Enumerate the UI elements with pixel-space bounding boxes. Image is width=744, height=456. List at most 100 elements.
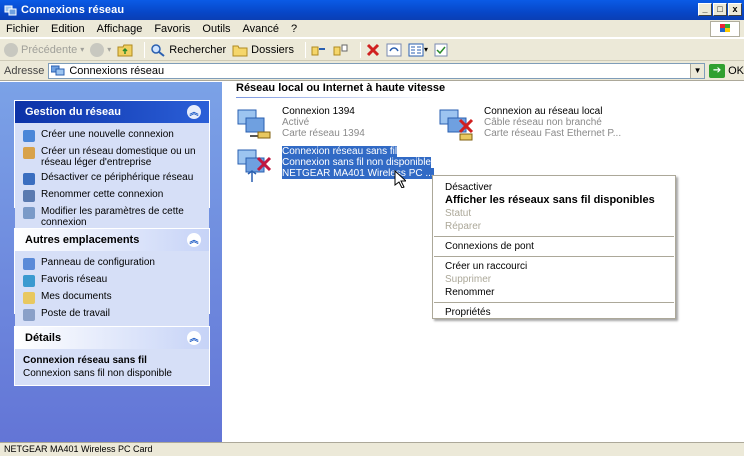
network-connections-icon <box>4 5 17 15</box>
task-home-network[interactable]: Créer un réseau domestique ou un réseau … <box>23 146 203 168</box>
menu-item-view-wireless[interactable]: Afficher les réseaux sans fil disponible… <box>433 194 675 207</box>
address-dropdown-button[interactable]: ▼ <box>690 63 705 78</box>
forward-button[interactable]: ▾ <box>90 42 111 57</box>
menu-fichier[interactable]: Fichier <box>0 23 45 35</box>
menu-affichage[interactable]: Affichage <box>91 23 149 35</box>
wireless-connection-icon <box>236 146 276 184</box>
address-input[interactable]: Connexions réseau ▼ <box>48 62 706 79</box>
address-bar: Adresse Connexions réseau ▼ ➔ OK <box>0 61 744 81</box>
go-button[interactable]: ➔ OK <box>709 63 744 78</box>
connection-device: NETGEAR MA401 Wireless PC ... <box>282 168 434 179</box>
menu-item-create-shortcut[interactable]: Créer un raccourci <box>433 260 675 273</box>
search-button[interactable]: Rechercher <box>150 43 226 57</box>
connection-1394[interactable]: Connexion 1394 Activé Carte réseau 1394 <box>236 106 365 144</box>
control-panel-icon <box>23 258 35 270</box>
other-places-header[interactable]: Autres emplacements ︽ <box>15 229 209 251</box>
network-places-icon <box>23 275 35 287</box>
details-header[interactable]: Détails ︽ <box>15 327 209 349</box>
menu-edition[interactable]: Edition <box>45 23 91 35</box>
task-label: Créer une nouvelle connexion <box>41 129 174 140</box>
copy-to-icon <box>333 44 348 55</box>
new-connection-icon <box>23 130 35 142</box>
menu-help[interactable]: ? <box>285 23 303 35</box>
connection-name: Connexion 1394 <box>282 106 355 117</box>
task-pane: Gestion du réseau ︽ Créer une nouvelle c… <box>0 82 222 442</box>
views-button[interactable]: ▾ <box>408 43 428 57</box>
window-title: Connexions réseau <box>21 4 125 16</box>
move-to-button[interactable] <box>311 43 327 57</box>
minimize-button[interactable]: _ <box>698 3 712 16</box>
menu-item-delete: Supprimer <box>445 274 492 285</box>
menu-outils[interactable]: Outils <box>196 23 236 35</box>
connection-status: Câble réseau non branché <box>484 117 602 128</box>
connection-status: Connexion sans fil non disponible <box>282 157 431 168</box>
folders-label: Dossiers <box>251 43 294 56</box>
task-label: Modifier les paramètres de cette connexi… <box>41 206 184 228</box>
status-bar: NETGEAR MA401 Wireless PC Card <box>0 442 744 456</box>
menu-avance[interactable]: Avancé <box>237 23 286 35</box>
collapse-chevron-icon[interactable]: ︽ <box>187 105 201 119</box>
undo-icon <box>386 43 402 56</box>
details-panel: Détails ︽ Connexion réseau sans fil Conn… <box>14 326 210 386</box>
place-my-computer[interactable]: Poste de travail <box>23 308 203 321</box>
network-tasks-title: Gestion du réseau <box>25 106 121 118</box>
task-change-settings[interactable]: Modifier les paramètres de cette connexi… <box>23 206 203 228</box>
menu-item-disable[interactable]: Désactiver <box>433 181 675 194</box>
maximize-button[interactable]: □ <box>713 3 727 16</box>
title-bar: Connexions réseau _ □ x <box>0 0 744 20</box>
place-network-places[interactable]: Favoris réseau <box>23 274 203 287</box>
properties-check-icon <box>434 43 448 56</box>
place-label: Mes documents <box>41 291 112 302</box>
other-places-panel: Autres emplacements ︽ Panneau de configu… <box>14 228 210 331</box>
address-value: Connexions réseau <box>69 64 165 77</box>
forward-arrow-icon <box>90 42 105 57</box>
network-connection-icon <box>236 106 276 144</box>
back-label: Précédente <box>21 43 78 56</box>
place-control-panel[interactable]: Panneau de configuration <box>23 257 203 270</box>
task-disable-device[interactable]: Désactiver ce périphérique réseau <box>23 172 203 185</box>
windows-logo-icon <box>710 21 740 37</box>
delete-x-icon <box>366 43 380 56</box>
menu-favoris[interactable]: Favoris <box>148 23 196 35</box>
rename-icon <box>23 190 35 202</box>
task-label: Créer un réseau domestique ou un réseau … <box>41 146 196 168</box>
close-button[interactable]: x <box>728 3 742 16</box>
menu-item-properties[interactable]: Propriétés <box>433 306 675 319</box>
copy-to-button[interactable] <box>333 43 349 57</box>
move-to-icon <box>311 46 325 55</box>
up-button[interactable] <box>117 43 133 57</box>
home-network-icon <box>23 147 35 159</box>
menu-bar: Fichier Edition Affichage Favoris Outils… <box>0 20 744 38</box>
my-documents-icon <box>23 292 35 304</box>
connection-device: Carte réseau 1394 <box>282 128 365 139</box>
network-connection-icon <box>438 106 478 144</box>
connection-lan[interactable]: Connexion au réseau local Câble réseau n… <box>438 106 621 144</box>
address-label: Adresse <box>4 64 45 77</box>
menu-item-rename[interactable]: Renommer <box>433 286 675 299</box>
delete-button[interactable] <box>366 43 380 57</box>
menu-item-repair: Réparer <box>445 221 482 232</box>
place-label: Poste de travail <box>41 308 110 319</box>
collapse-chevron-icon[interactable]: ︽ <box>187 331 201 345</box>
group-header: Réseau local ou Internet à haute vitesse <box>236 82 446 94</box>
menu-item-bridge[interactable]: Connexions de pont <box>433 240 675 253</box>
connection-device: Carte réseau Fast Ethernet P... <box>484 128 622 139</box>
network-connections-icon <box>51 65 65 75</box>
details-title: Détails <box>25 332 62 344</box>
task-rename-connection[interactable]: Renommer cette connexion <box>23 189 203 202</box>
undo-button[interactable] <box>386 43 402 57</box>
other-places-title: Autres emplacements <box>25 234 140 246</box>
properties-toolbar-button[interactable] <box>434 43 448 57</box>
connection-name: Connexion réseau sans fil <box>282 146 398 157</box>
back-button[interactable]: Précédente ▾ <box>4 42 84 57</box>
network-tasks-header[interactable]: Gestion du réseau ︽ <box>15 101 209 123</box>
folder-up-icon <box>117 44 133 56</box>
task-label: Renommer cette connexion <box>41 189 164 200</box>
place-label: Favoris réseau <box>41 274 108 285</box>
back-arrow-icon <box>4 42 18 57</box>
collapse-chevron-icon[interactable]: ︽ <box>187 233 201 247</box>
folders-button[interactable]: Dossiers <box>232 43 294 57</box>
mouse-cursor-icon <box>394 170 406 188</box>
place-my-documents[interactable]: Mes documents <box>23 291 203 304</box>
task-create-connection[interactable]: Créer une nouvelle connexion <box>23 129 203 142</box>
